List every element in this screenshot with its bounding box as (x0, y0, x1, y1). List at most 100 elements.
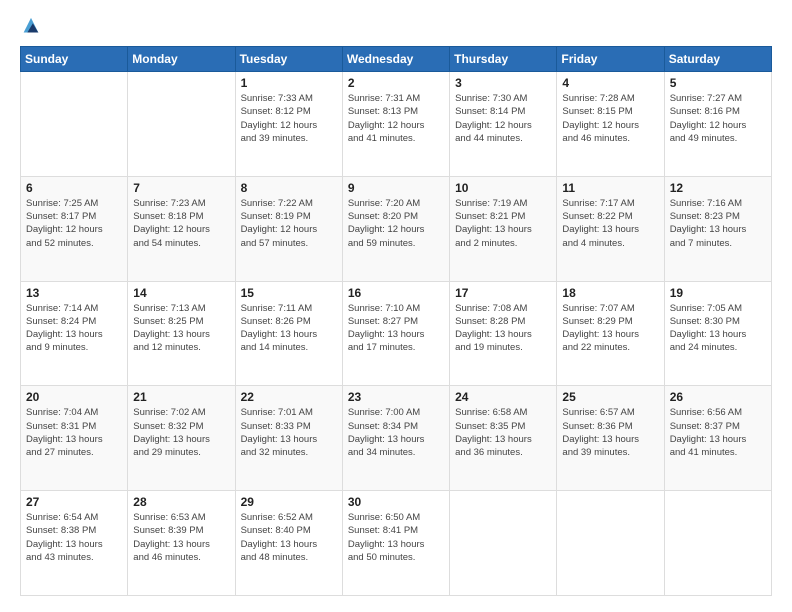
day-info: Sunrise: 7:27 AM Sunset: 8:16 PM Dayligh… (670, 92, 766, 145)
calendar-cell: 19 Sunrise: 7:05 AM Sunset: 8:30 PM Dayli… (664, 281, 771, 386)
day-info: Sunrise: 6:50 AM Sunset: 8:41 PM Dayligh… (348, 511, 444, 564)
day-number: 17 (455, 286, 551, 300)
day-info: Sunrise: 7:02 AM Sunset: 8:32 PM Dayligh… (133, 406, 229, 459)
calendar-week-row: 1Sunrise: 7:33 AM Sunset: 8:12 PM Daylig… (21, 72, 772, 177)
calendar-cell: 7Sunrise: 7:23 AM Sunset: 8:18 PM Daylig… (128, 176, 235, 281)
day-number: 7 (133, 181, 229, 195)
day-info: Sunrise: 6:57 AM Sunset: 8:36 PM Dayligh… (562, 406, 658, 459)
day-number: 9 (348, 181, 444, 195)
day-info: Sunrise: 7:31 AM Sunset: 8:13 PM Dayligh… (348, 92, 444, 145)
day-number: 16 (348, 286, 444, 300)
calendar-cell (557, 491, 664, 596)
day-info: Sunrise: 6:52 AM Sunset: 8:40 PM Dayligh… (241, 511, 337, 564)
calendar-cell: 5 Sunrise: 7:27 AM Sunset: 8:16 PM Daylig… (664, 72, 771, 177)
col-sunday: Sunday (21, 47, 128, 72)
day-number: 2 (348, 76, 444, 90)
col-tuesday: Tuesday (235, 47, 342, 72)
day-number: 4 (562, 76, 658, 90)
day-number: 1 (241, 76, 337, 90)
calendar-cell: 28 Sunrise: 6:53 AM Sunset: 8:39 PM Dayli… (128, 491, 235, 596)
col-saturday: Saturday (664, 47, 771, 72)
day-number: 20 (26, 390, 122, 404)
day-info: Sunrise: 7:10 AM Sunset: 8:27 PM Dayligh… (348, 302, 444, 355)
day-number: 5 (670, 76, 766, 90)
calendar-cell: 17 Sunrise: 7:08 AM Sunset: 8:28 PM Dayli… (450, 281, 557, 386)
calendar-cell: 1Sunrise: 7:33 AM Sunset: 8:12 PM Daylig… (235, 72, 342, 177)
day-number: 14 (133, 286, 229, 300)
calendar-cell: 9Sunrise: 7:20 AM Sunset: 8:20 PM Daylig… (342, 176, 449, 281)
calendar-header-row: Sunday Monday Tuesday Wednesday Thursday… (21, 47, 772, 72)
col-monday: Monday (128, 47, 235, 72)
day-info: Sunrise: 7:13 AM Sunset: 8:25 PM Dayligh… (133, 302, 229, 355)
calendar-week-row: 27 Sunrise: 6:54 AM Sunset: 8:38 PM Dayli… (21, 491, 772, 596)
day-number: 21 (133, 390, 229, 404)
calendar-cell (450, 491, 557, 596)
calendar-cell: 10 Sunrise: 7:19 AM Sunset: 8:21 PM Dayli… (450, 176, 557, 281)
day-info: Sunrise: 7:14 AM Sunset: 8:24 PM Dayligh… (26, 302, 122, 355)
day-number: 3 (455, 76, 551, 90)
col-wednesday: Wednesday (342, 47, 449, 72)
col-thursday: Thursday (450, 47, 557, 72)
calendar-cell: 16 Sunrise: 7:10 AM Sunset: 8:27 PM Dayli… (342, 281, 449, 386)
day-info: Sunrise: 6:56 AM Sunset: 8:37 PM Dayligh… (670, 406, 766, 459)
calendar-cell: 23Sunrise: 7:00 AM Sunset: 8:34 PM Dayli… (342, 386, 449, 491)
logo (20, 16, 46, 38)
day-info: Sunrise: 6:53 AM Sunset: 8:39 PM Dayligh… (133, 511, 229, 564)
calendar-cell: 4Sunrise: 7:28 AM Sunset: 8:15 PM Daylig… (557, 72, 664, 177)
calendar-cell: 6 Sunrise: 7:25 AM Sunset: 8:17 PM Daylig… (21, 176, 128, 281)
calendar-cell: 24Sunrise: 6:58 AM Sunset: 8:35 PM Dayli… (450, 386, 557, 491)
day-number: 12 (670, 181, 766, 195)
calendar-cell: 29 Sunrise: 6:52 AM Sunset: 8:40 PM Dayli… (235, 491, 342, 596)
day-number: 23 (348, 390, 444, 404)
day-number: 6 (26, 181, 122, 195)
day-number: 28 (133, 495, 229, 509)
day-number: 25 (562, 390, 658, 404)
day-info: Sunrise: 7:16 AM Sunset: 8:23 PM Dayligh… (670, 197, 766, 250)
day-number: 27 (26, 495, 122, 509)
day-number: 30 (348, 495, 444, 509)
calendar-week-row: 20 Sunrise: 7:04 AM Sunset: 8:31 PM Dayli… (21, 386, 772, 491)
calendar-cell: 11 Sunrise: 7:17 AM Sunset: 8:22 PM Dayli… (557, 176, 664, 281)
day-number: 11 (562, 181, 658, 195)
calendar-cell (664, 491, 771, 596)
day-info: Sunrise: 7:17 AM Sunset: 8:22 PM Dayligh… (562, 197, 658, 250)
calendar-cell: 25 Sunrise: 6:57 AM Sunset: 8:36 PM Dayli… (557, 386, 664, 491)
day-info: Sunrise: 7:19 AM Sunset: 8:21 PM Dayligh… (455, 197, 551, 250)
calendar-cell: 21 Sunrise: 7:02 AM Sunset: 8:32 PM Dayli… (128, 386, 235, 491)
header (20, 16, 772, 38)
calendar-cell: 15 Sunrise: 7:11 AM Sunset: 8:26 PM Dayli… (235, 281, 342, 386)
day-number: 29 (241, 495, 337, 509)
calendar-cell: 13Sunrise: 7:14 AM Sunset: 8:24 PM Dayli… (21, 281, 128, 386)
day-number: 8 (241, 181, 337, 195)
day-number: 22 (241, 390, 337, 404)
page: Sunday Monday Tuesday Wednesday Thursday… (0, 0, 792, 612)
day-info: Sunrise: 7:22 AM Sunset: 8:19 PM Dayligh… (241, 197, 337, 250)
day-number: 15 (241, 286, 337, 300)
day-number: 24 (455, 390, 551, 404)
day-number: 10 (455, 181, 551, 195)
logo-icon (20, 16, 42, 38)
day-info: Sunrise: 7:05 AM Sunset: 8:30 PM Dayligh… (670, 302, 766, 355)
calendar-table: Sunday Monday Tuesday Wednesday Thursday… (20, 46, 772, 596)
calendar-cell: 26Sunrise: 6:56 AM Sunset: 8:37 PM Dayli… (664, 386, 771, 491)
col-friday: Friday (557, 47, 664, 72)
calendar-week-row: 13Sunrise: 7:14 AM Sunset: 8:24 PM Dayli… (21, 281, 772, 386)
day-info: Sunrise: 7:11 AM Sunset: 8:26 PM Dayligh… (241, 302, 337, 355)
calendar-cell: 14 Sunrise: 7:13 AM Sunset: 8:25 PM Dayli… (128, 281, 235, 386)
day-number: 19 (670, 286, 766, 300)
calendar-cell: 18 Sunrise: 7:07 AM Sunset: 8:29 PM Dayli… (557, 281, 664, 386)
day-info: Sunrise: 7:07 AM Sunset: 8:29 PM Dayligh… (562, 302, 658, 355)
calendar-cell: 2 Sunrise: 7:31 AM Sunset: 8:13 PM Daylig… (342, 72, 449, 177)
day-info: Sunrise: 6:54 AM Sunset: 8:38 PM Dayligh… (26, 511, 122, 564)
calendar-cell: 20 Sunrise: 7:04 AM Sunset: 8:31 PM Dayli… (21, 386, 128, 491)
calendar-cell (128, 72, 235, 177)
calendar-cell: 8 Sunrise: 7:22 AM Sunset: 8:19 PM Daylig… (235, 176, 342, 281)
calendar-cell: 12 Sunrise: 7:16 AM Sunset: 8:23 PM Dayli… (664, 176, 771, 281)
day-info: Sunrise: 7:08 AM Sunset: 8:28 PM Dayligh… (455, 302, 551, 355)
calendar-cell (21, 72, 128, 177)
calendar-week-row: 6 Sunrise: 7:25 AM Sunset: 8:17 PM Daylig… (21, 176, 772, 281)
day-info: Sunrise: 7:25 AM Sunset: 8:17 PM Dayligh… (26, 197, 122, 250)
day-number: 18 (562, 286, 658, 300)
day-info: Sunrise: 7:04 AM Sunset: 8:31 PM Dayligh… (26, 406, 122, 459)
day-info: Sunrise: 7:01 AM Sunset: 8:33 PM Dayligh… (241, 406, 337, 459)
